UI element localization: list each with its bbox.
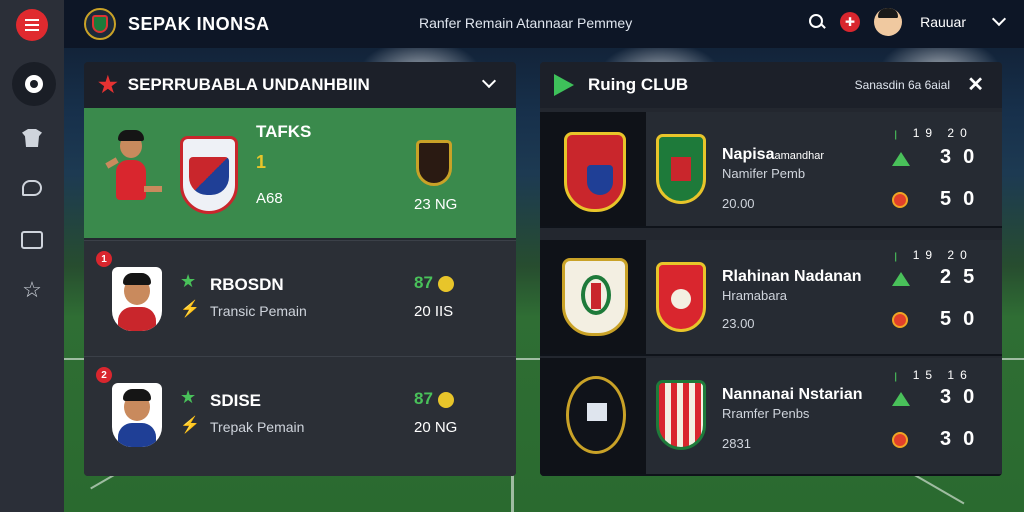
score-top: 25: [940, 266, 987, 288]
username[interactable]: Rauuar: [920, 14, 966, 30]
sidebar-item-squad[interactable]: [12, 120, 52, 156]
search-icon[interactable]: [808, 13, 826, 31]
club-name: Nannanai Nstarian: [722, 386, 863, 403]
squad-panel: ★ SEPRRUBABLA UNDANHBIIN TAFKS 1 A68 23 …: [84, 62, 516, 476]
arrow-up-icon: [892, 272, 910, 286]
featured-score: 23 NG: [414, 196, 458, 213]
ball-icon: [892, 432, 908, 448]
star-icon: ★: [180, 387, 197, 407]
play-icon: [554, 74, 574, 96]
chevron-down-icon[interactable]: [991, 11, 1007, 27]
sidebar-item-match[interactable]: [12, 62, 56, 106]
ball-icon: [892, 192, 908, 208]
score-top: 30: [940, 146, 987, 168]
featured-code: A68: [256, 190, 283, 207]
player-number: 1: [96, 251, 112, 267]
mascot-image: [105, 130, 162, 212]
stat-headers: ꞁ 19 20: [894, 248, 973, 262]
star-icon: ☆: [22, 277, 42, 302]
club-row[interactable]: Nannanai Nstarian Rramfer Penbs 2831 ꞁ 1…: [540, 358, 1002, 476]
close-icon[interactable]: ✕: [967, 75, 984, 95]
ball-icon: [892, 312, 908, 328]
header-subtitle: Ranfer Remain Atannaar Pemmey: [419, 15, 633, 31]
top-bar: SEPAK INONSA Ranfer Remain Atannaar Pemm…: [64, 0, 1024, 48]
sidebar-item-training[interactable]: [12, 170, 52, 206]
club-name: Napisaamandhar: [722, 146, 825, 163]
score-bottom: 50: [940, 188, 987, 210]
club-logo-cell: [540, 112, 646, 226]
chevron-down-icon[interactable]: [481, 73, 497, 89]
player-name: SDISE: [210, 391, 262, 410]
club-sub: Hramabara: [722, 288, 788, 303]
coin-icon: [438, 276, 454, 292]
sidebar: ☆: [0, 0, 64, 512]
star-icon: ★: [180, 271, 197, 291]
club-crest: [566, 376, 626, 454]
featured-rank: 1: [256, 152, 267, 172]
sidebar-item-achievements[interactable]: ☆: [12, 272, 52, 308]
club-row[interactable]: Napisaamandhar Namifer Pemb 20.00 ꞁ 19 2…: [540, 112, 1002, 228]
shirt-icon: [22, 129, 42, 147]
flag-icon[interactable]: ✚: [840, 12, 861, 32]
club-crest: [180, 136, 238, 214]
panel-title: Ruing CLUB: [588, 75, 689, 94]
boot-icon: ⚡: [180, 301, 200, 318]
club-crest-small: [656, 262, 706, 332]
club-name: Rlahinan Nadanan: [722, 268, 862, 285]
menu-button[interactable]: [16, 9, 48, 41]
club-crest: [562, 258, 628, 336]
board-icon: [21, 231, 43, 249]
club-crest-small: [656, 134, 706, 204]
club-value: 2831: [722, 436, 751, 451]
app-logo: [84, 8, 116, 40]
player-row[interactable]: 1 ★ ⚡ RBOSDN Transic Pemain 87 20 IIS: [84, 240, 516, 356]
club-value: 20.00: [722, 196, 755, 211]
arrow-up-icon: [892, 152, 910, 166]
ball-icon: [25, 75, 43, 93]
player-avatar: [112, 267, 162, 331]
whistle-icon: [22, 180, 42, 196]
player-name: RBOSDN: [210, 275, 284, 294]
player-value: 20 NG: [414, 419, 458, 436]
avatar[interactable]: [874, 8, 903, 36]
opponent-crest: [416, 140, 452, 186]
panel-header: ★ SEPRRUBABLA UNDANHBIIN: [84, 62, 516, 108]
club-sub: Rramfer Penbs: [722, 406, 810, 421]
featured-player-row[interactable]: TAFKS 1 A68 23 NG: [84, 108, 516, 238]
player-avatar: [112, 383, 162, 447]
score-bottom: 30: [940, 428, 987, 450]
panel-header: Ruing CLUB Sanasdin 6a 6aial ✕: [540, 62, 1002, 108]
club-row[interactable]: Rlahinan Nadanan Hramabara 23.00 ꞁ 19 20…: [540, 240, 1002, 356]
player-rating: 87: [414, 273, 433, 292]
stat-headers: ꞁ 15 16: [894, 368, 973, 382]
score-bottom: 50: [940, 308, 987, 330]
panel-title: SEPRRUBABLA UNDANHBIIN: [127, 75, 370, 94]
club-logo-cell: [540, 240, 646, 354]
arrow-up-icon: [892, 392, 910, 406]
player-rating: 87: [414, 389, 433, 408]
coin-icon: [438, 392, 454, 408]
stat-headers: ꞁ 19 20: [894, 126, 973, 140]
featured-label: TAFKS: [256, 122, 312, 141]
boot-icon: ⚡: [180, 417, 200, 434]
player-row[interactable]: 2 ★ ⚡ SDISE Trepak Pemain 87 20 NG: [84, 356, 516, 476]
app-title: SEPAK INONSA: [128, 13, 270, 34]
club-panel: Ruing CLUB Sanasdin 6a 6aial ✕ Napisaama…: [540, 62, 1002, 476]
club-value: 23.00: [722, 316, 755, 331]
player-role: Transic Pemain: [210, 303, 307, 319]
score-top: 30: [940, 386, 987, 408]
player-value: 20 IIS: [414, 303, 454, 320]
panel-meta: Sanasdin 6a 6aial: [854, 78, 950, 92]
club-crest-small: [656, 380, 706, 450]
sidebar-item-tactics[interactable]: [12, 222, 52, 258]
player-number: 2: [96, 367, 112, 383]
star-icon: ★: [98, 72, 118, 97]
player-role: Trepak Pemain: [210, 419, 305, 435]
club-logo-cell: [540, 358, 646, 474]
club-sub: Namifer Pemb: [722, 166, 806, 181]
club-crest: [564, 132, 626, 212]
